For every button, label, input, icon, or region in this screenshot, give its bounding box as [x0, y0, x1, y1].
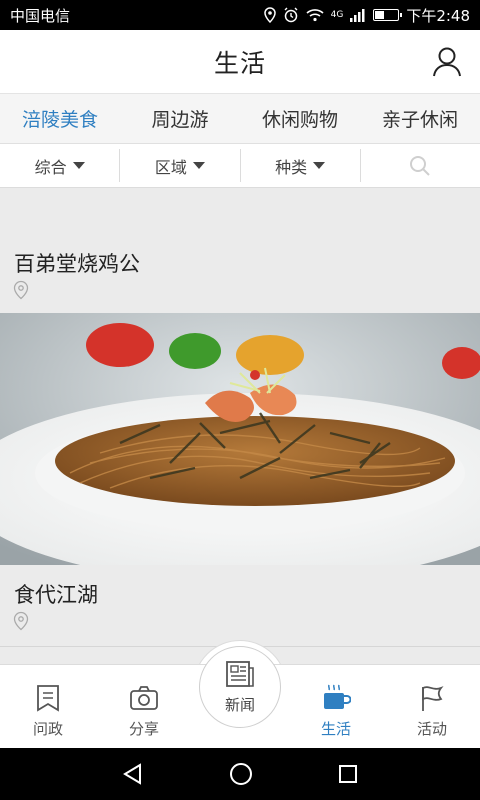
caret-down-icon: [313, 162, 326, 169]
nav-item-life[interactable]: 生活: [288, 665, 384, 748]
nav-item-share[interactable]: 分享: [96, 665, 192, 748]
location-icon: [263, 7, 276, 23]
carrier-label: 中国电信: [10, 6, 71, 25]
tab-nearby-travel[interactable]: 周边游: [120, 94, 240, 143]
camera-icon: [130, 686, 158, 710]
category-tabs: 涪陵美食 周边游 休闲购物 亲子休闲: [0, 94, 480, 144]
filter-bar: 综合 区域 种类: [0, 144, 480, 188]
flag-icon: [422, 686, 444, 711]
status-bar: 中国电信 4G 下午2:48: [0, 0, 480, 30]
nav-item-inquiry[interactable]: 问政: [0, 665, 96, 748]
filter-overall[interactable]: 综合: [0, 149, 121, 182]
coffee-cup-icon: [324, 684, 351, 709]
recents-icon[interactable]: [338, 764, 358, 784]
caret-down-icon: [192, 162, 205, 169]
listing-card[interactable]: 食代江湖: [0, 565, 480, 645]
filter-area[interactable]: 区域: [120, 149, 241, 182]
status-icons: 4G 下午2:48: [263, 5, 470, 26]
network-type-label: 4G: [330, 9, 344, 20]
bookmark-icon: [37, 685, 59, 712]
home-icon[interactable]: [229, 762, 253, 786]
nav-label: 新闻: [224, 695, 255, 714]
status-time: 下午2:48: [406, 6, 470, 25]
alarm-icon: [284, 7, 298, 23]
nav-label: 生活: [320, 720, 351, 738]
search-icon: [410, 155, 431, 176]
search-button[interactable]: [361, 149, 480, 182]
listing-card[interactable]: 百弟堂烧鸡公: [0, 188, 480, 313]
wifi-icon: [306, 9, 324, 22]
back-icon[interactable]: [122, 763, 144, 785]
filter-type[interactable]: 种类: [241, 149, 361, 182]
system-nav-bar: [0, 748, 480, 800]
nav-label: 活动: [416, 720, 447, 738]
nav-item-activity[interactable]: 活动: [384, 665, 480, 748]
tab-family-leisure[interactable]: 亲子休闲: [360, 94, 480, 143]
tab-leisure-shopping[interactable]: 休闲购物: [240, 94, 360, 143]
nav-item-news[interactable]: 新闻: [199, 646, 281, 728]
signal-icon: [350, 8, 365, 22]
food-photo[interactable]: [0, 313, 480, 565]
listing-name: 百弟堂烧鸡公: [14, 252, 140, 276]
nav-label: 问政: [32, 720, 63, 738]
filter-label: 综合: [34, 157, 67, 177]
filter-label: 种类: [275, 157, 308, 177]
location-pin-icon: [13, 611, 29, 631]
battery-icon: [373, 9, 403, 21]
location-pin-icon: [13, 280, 29, 300]
tab-fuling-food[interactable]: 涪陵美食: [0, 94, 120, 143]
listing-feed[interactable]: 百弟堂烧鸡公 食代江湖: [0, 188, 480, 664]
page-title: 生活: [213, 48, 266, 78]
listing-name: 食代江湖: [14, 583, 98, 607]
caret-down-icon: [72, 162, 85, 169]
app-header: 生活: [0, 30, 480, 94]
nav-label: 分享: [128, 720, 159, 738]
newspaper-icon: [226, 660, 254, 687]
filter-label: 区域: [154, 157, 187, 177]
profile-icon[interactable]: [432, 46, 462, 78]
